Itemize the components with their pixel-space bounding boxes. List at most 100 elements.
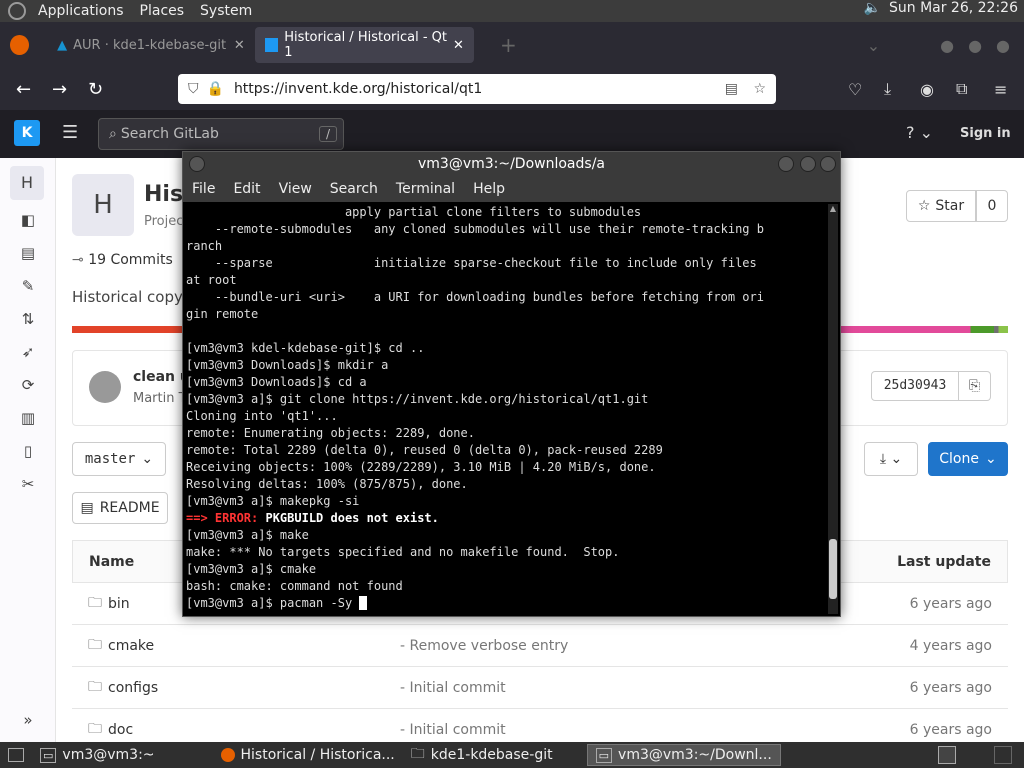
merge-request-icon[interactable]: ⇅	[18, 309, 38, 329]
file-name[interactable]: doc	[108, 722, 133, 738]
window-menu-icon[interactable]	[189, 156, 205, 172]
wiki-icon[interactable]: ✎	[18, 276, 38, 296]
menu-file[interactable]: File	[183, 181, 224, 197]
snippets-icon[interactable]: ✂	[18, 474, 38, 494]
expand-sidebar-icon[interactable]: »	[18, 710, 38, 730]
hamburger-menu-icon[interactable]: ☰	[62, 122, 78, 143]
menu-terminal[interactable]: Terminal	[387, 181, 464, 197]
search-input[interactable]: ⌕ Search GitLab /	[98, 118, 344, 150]
terminal-window[interactable]: vm3@vm3:~/Downloads/a File Edit View Sea…	[182, 151, 841, 617]
tab-list-icon[interactable]: ⌄	[867, 36, 880, 55]
pocket-icon[interactable]: ♡	[848, 80, 862, 99]
folder-icon: 🗀	[88, 636, 102, 653]
tab-historical[interactable]: Historical / Historical - Qt 1 ✕	[254, 27, 474, 63]
bookmark-star-icon[interactable]: ☆	[753, 81, 766, 97]
kde-logo-icon[interactable]: K	[14, 120, 40, 146]
firefox-icon[interactable]	[10, 35, 30, 55]
chevron-down-icon: ⌄	[984, 451, 997, 467]
file-commit[interactable]: - Remove verbose entry	[400, 638, 568, 654]
repository-icon[interactable]: ◧	[18, 210, 38, 230]
close-icon[interactable]: ✕	[453, 38, 464, 53]
file-commit[interactable]: - Initial commit	[400, 722, 506, 738]
readme-button[interactable]: ▤ README	[72, 492, 168, 524]
ci-cd-icon[interactable]: ⟳	[18, 375, 38, 395]
taskbar-item-firefox[interactable]: Historical / Historica...	[213, 744, 403, 766]
terminal-output[interactable]: apply partial clone filters to submodule…	[186, 204, 826, 614]
system-menu[interactable]: System	[192, 0, 260, 22]
menu-search[interactable]: Search	[321, 181, 387, 197]
taskbar-item-folder[interactable]: 🗀 kde1-kdebase-git	[403, 744, 561, 766]
help-icon[interactable]: ? ⌄	[906, 123, 933, 142]
scroll-up-icon[interactable]: ▲	[828, 204, 838, 213]
menu-icon[interactable]: ≡	[994, 80, 1007, 99]
project-avatar-small[interactable]: H	[10, 166, 44, 200]
downloads-icon[interactable]: ⤓	[884, 79, 891, 99]
close-icon[interactable]	[820, 156, 836, 172]
applications-menu[interactable]: Applications	[30, 0, 132, 22]
menu-edit[interactable]: Edit	[224, 181, 269, 197]
terminal-icon: ▭	[40, 747, 57, 763]
taskbar-item-terminal-home[interactable]: ▭ vm3@vm3:~	[32, 744, 163, 766]
menu-view[interactable]: View	[270, 181, 321, 197]
commit-sha[interactable]: 25d30943	[871, 371, 959, 401]
deploy-icon[interactable]: ➶	[18, 342, 38, 362]
commits-link[interactable]: ⊸ 19 Commits	[72, 252, 173, 268]
extensions-icon[interactable]: ⧉	[956, 79, 967, 99]
forward-icon[interactable]: →	[52, 79, 67, 100]
sign-in-link[interactable]: Sign in	[960, 126, 1011, 141]
table-row[interactable]: 🗀 cmake - Remove verbose entry 4 years a…	[72, 624, 1008, 666]
terminal-scrollbar[interactable]: ▲	[828, 204, 838, 614]
terminal-menubar: File Edit View Search Terminal Help	[183, 176, 840, 202]
scrollbar-thumb[interactable]	[829, 539, 837, 599]
close-icon[interactable]: ✕	[234, 38, 245, 53]
url-bar[interactable]: ⛉ 🔒 https://invent.kde.org/historical/qt…	[178, 74, 776, 104]
clock[interactable]: Sun Mar 26, 22:26	[889, 0, 1018, 16]
clone-button[interactable]: Clone ⌄	[928, 442, 1008, 476]
chevron-down-icon: ⌄	[141, 451, 154, 467]
last-commit-author[interactable]: Martin T	[133, 391, 187, 406]
star-count[interactable]: 0	[976, 190, 1008, 222]
last-update-column-header: Last update	[897, 553, 991, 570]
taskbar-item-terminal-downloads[interactable]: ▭ vm3@vm3:~/Downl...	[586, 744, 781, 766]
file-name[interactable]: bin	[108, 596, 130, 612]
cursor	[359, 596, 367, 610]
window-controls-icon[interactable]: ●●●	[940, 36, 1024, 55]
places-menu[interactable]: Places	[132, 0, 193, 22]
workspace-switcher-icon[interactable]	[938, 746, 956, 764]
analytics-icon[interactable]: ▥	[18, 408, 38, 428]
show-desktop-icon[interactable]	[8, 748, 24, 762]
browser-nav-bar: ← → ↻ ⛉ 🔒 https://invent.kde.org/histori…	[0, 68, 1024, 110]
star-button[interactable]: ☆ Star	[906, 190, 976, 222]
account-icon[interactable]: ◉	[920, 80, 934, 99]
issues-icon[interactable]: ▤	[18, 243, 38, 263]
file-name[interactable]: configs	[108, 680, 158, 696]
download-button[interactable]: ⤓ ⌄	[864, 442, 918, 476]
branch-selector[interactable]: master ⌄	[72, 442, 166, 476]
menu-help[interactable]: Help	[464, 181, 514, 197]
file-icon: ▤	[80, 500, 94, 516]
book-icon[interactable]: ▯	[18, 441, 38, 461]
back-icon[interactable]: ←	[16, 79, 31, 100]
copy-sha-icon[interactable]: ⎘	[959, 371, 991, 401]
arch-icon: ▲	[57, 37, 68, 53]
url-text[interactable]: https://invent.kde.org/historical/qt1	[234, 81, 482, 97]
gnome-logo-icon[interactable]	[8, 2, 26, 20]
maximize-icon[interactable]	[800, 156, 816, 172]
reader-view-icon[interactable]: ▤	[725, 81, 738, 97]
lock-icon[interactable]: 🔒	[207, 81, 224, 97]
new-tab-icon[interactable]: +	[500, 33, 517, 57]
file-updated: 6 years ago	[909, 679, 992, 696]
file-name[interactable]: cmake	[108, 638, 154, 654]
terminal-titlebar[interactable]: vm3@vm3:~/Downloads/a	[183, 152, 840, 176]
reload-icon[interactable]: ↻	[88, 79, 103, 100]
volume-icon[interactable]: 🔈	[864, 0, 881, 16]
workspace-switcher-icon[interactable]	[994, 746, 1012, 764]
table-row[interactable]: 🗀 configs - Initial commit 6 years ago	[72, 666, 1008, 708]
minimize-icon[interactable]	[778, 156, 794, 172]
folder-icon: 🗀	[88, 720, 102, 737]
project-description: Historical copy o	[72, 288, 197, 306]
file-commit[interactable]: - Initial commit	[400, 680, 506, 696]
tab-aur[interactable]: ▲ AUR · kde1-kdebase-git ✕	[47, 27, 255, 63]
table-row[interactable]: 🗀 doc - Initial commit 6 years ago	[72, 708, 1008, 742]
shield-icon[interactable]: ⛉	[188, 81, 199, 97]
